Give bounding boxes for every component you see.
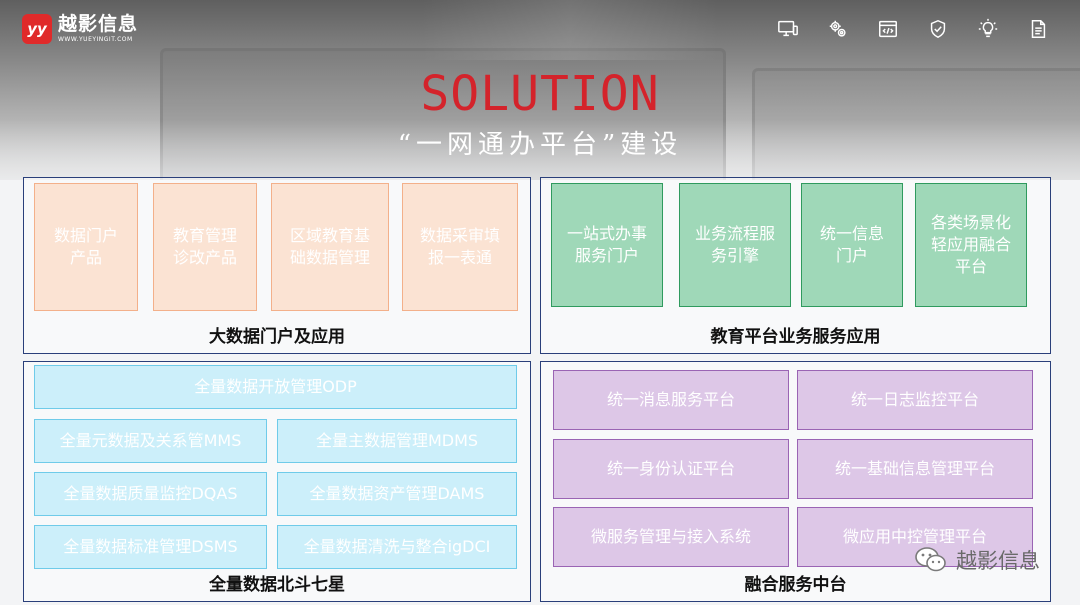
panel-label: 教育平台业务服务应用 [710,327,881,347]
document-edit-icon[interactable] [1026,18,1050,40]
card-label: 全量主数据管理MDMS [315,431,479,450]
card-message-service[interactable]: 统一消息服务平台 [553,370,789,430]
card-one-stop-portal[interactable]: 一站式办事 服务门户 [551,183,663,307]
panel-label: 全量数据北斗七星 [209,575,345,595]
card-data-collection[interactable]: 数据采审填 报一表通 [402,183,518,311]
card-regional-data[interactable]: 区域教育基 础数据管理 [271,183,389,311]
card-label: 业务流程服 务引擎 [694,224,775,265]
background-highlight [420,0,720,60]
card-label: 全量数据清洗与整合igDCI [303,537,491,556]
wechat-icon [915,547,946,572]
card-microservice[interactable]: 微服务管理与接入系统 [553,507,789,567]
card-label: 微服务管理与接入系统 [590,527,751,546]
card-odp[interactable]: 全量数据开放管理ODP [34,365,517,409]
monitor-icon[interactable] [776,18,800,40]
card-label: 全量数据标准管理DSMS [63,537,238,556]
shield-check-icon[interactable] [926,18,950,40]
card-label: 统一日志监控平台 [850,390,979,409]
page-title: SOLUTION [420,66,660,122]
card-dsms[interactable]: 全量数据标准管理DSMS [34,525,267,569]
card-mdms[interactable]: 全量主数据管理MDMS [277,419,517,463]
watermark: 越影信息 [914,545,1040,575]
card-label: 全量元数据及关系管MMS [59,431,242,450]
card-label: 数据采审填 报一表通 [419,226,500,267]
card-edu-management[interactable]: 教育管理 诊改产品 [153,183,257,311]
card-label: 全量数据资产管理DAMS [309,484,485,503]
card-label: 教育管理 诊改产品 [172,226,237,267]
card-workflow-engine[interactable]: 业务流程服 务引擎 [679,183,791,307]
lightbulb-icon[interactable] [976,18,1000,40]
card-identity-auth[interactable]: 统一身份认证平台 [553,439,789,499]
card-info-portal[interactable]: 统一信息 门户 [801,183,903,307]
brand-logo[interactable]: yy 越影信息 WWW.YUEYINGIT.COM [22,12,138,46]
gears-icon[interactable] [826,18,850,40]
card-label: 统一身份认证平台 [606,459,735,478]
card-label: 全量数据质量监控DQAS [63,484,238,503]
card-log-monitor[interactable]: 统一日志监控平台 [797,370,1033,430]
card-igdci[interactable]: 全量数据清洗与整合igDCI [277,525,517,569]
card-label: 一站式办事 服务门户 [566,224,647,265]
card-label: 统一基础信息管理平台 [834,459,995,478]
watermark-text: 越影信息 [956,549,1040,573]
panel-big-data: 数据门户 产品 教育管理 诊改产品 区域教育基 础数据管理 数据采审填 报一表通… [23,177,531,354]
card-label: 各类场景化 轻应用融合 平台 [930,213,1011,276]
panel-label: 大数据门户及应用 [209,327,345,347]
card-light-app-platform[interactable]: 各类场景化 轻应用融合 平台 [915,183,1027,307]
card-label: 区域教育基 础数据管理 [289,226,370,267]
card-dams[interactable]: 全量数据资产管理DAMS [277,472,517,516]
logo-text: 越影信息 WWW.YUEYINGIT.COM [58,15,138,43]
panel-full-data: 全量数据开放管理ODP 全量元数据及关系管MMS 全量主数据管理MDMS 全量数… [23,361,531,602]
card-base-info[interactable]: 统一基础信息管理平台 [797,439,1033,499]
logo-url: WWW.YUEYINGIT.COM [58,36,133,43]
card-label: 数据门户 产品 [53,226,118,267]
card-data-portal[interactable]: 数据门户 产品 [34,183,138,311]
card-label: 统一信息 门户 [819,224,884,265]
card-dqas[interactable]: 全量数据质量监控DQAS [34,472,267,516]
code-window-icon[interactable] [876,18,900,40]
logo-name: 越影信息 [58,13,139,35]
card-label: 统一消息服务平台 [606,390,735,409]
page-subtitle: “一网通办平台”建设 [397,130,683,160]
top-nav-icons [776,18,1050,40]
panel-edu-platform: 一站式办事 服务门户 业务流程服 务引擎 统一信息 门户 各类场景化 轻应用融合… [540,177,1051,354]
card-label: 全量数据开放管理ODP [194,377,357,396]
card-mms[interactable]: 全量元数据及关系管MMS [34,419,267,463]
logo-mark: yy [22,14,52,44]
